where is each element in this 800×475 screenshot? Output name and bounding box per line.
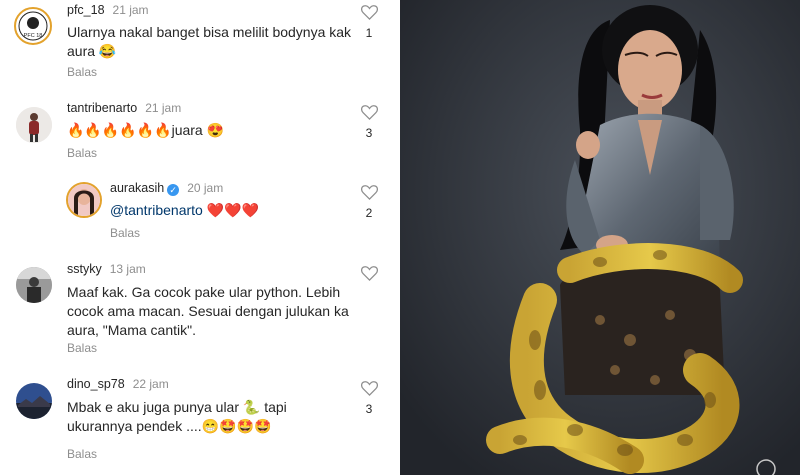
heart-icon[interactable]	[360, 265, 378, 281]
reply-button[interactable]: Balas	[67, 341, 97, 355]
comment-username[interactable]: tantribenarto	[67, 101, 137, 115]
mention-link[interactable]: @tantribenarto	[110, 202, 203, 218]
like-area	[357, 265, 381, 281]
heart-icon[interactable]	[360, 380, 378, 396]
avatar[interactable]	[16, 267, 52, 303]
svg-text:PFC 18: PFC 18	[24, 33, 43, 39]
like-area: 3	[357, 104, 381, 140]
comment-username[interactable]: aurakasih	[110, 181, 164, 195]
reply-button[interactable]: Balas	[67, 447, 97, 461]
comment-time: 21 jam	[112, 3, 149, 17]
like-area: 3	[357, 380, 381, 416]
like-count: 3	[365, 126, 373, 140]
comment-item: tantribenarto 21 jam 🔥🔥🔥🔥🔥🔥juara 😍 Balas …	[0, 96, 400, 160]
comment-time: 20 jam	[187, 181, 224, 195]
comment-text: Maaf kak. Ga cocok pake ular python. Leb…	[67, 284, 349, 338]
comment-username[interactable]: pfc_18	[67, 3, 105, 17]
post-photo	[400, 0, 800, 475]
like-count: 3	[365, 402, 373, 416]
comment-username[interactable]: sstyky	[67, 262, 102, 276]
heart-icon[interactable]	[360, 184, 378, 200]
avatar[interactable]	[16, 383, 52, 419]
avatar[interactable]: PFC 18	[14, 7, 52, 45]
comment-item: dino_sp78 22 jam Mbak e aku juga punya ul…	[0, 372, 400, 472]
comment-text: Mbak e aku juga punya ular 🐍 tapi ukuran…	[67, 399, 287, 434]
comments-panel: PFC 18 pfc_18 21 jam Ularnya nakal banget…	[0, 0, 400, 475]
like-area: 1	[357, 4, 381, 40]
comment-text-body: ❤️❤️❤️	[202, 202, 260, 218]
comment-time: 13 jam	[109, 262, 146, 276]
comment-text: @tantribenarto ❤️❤️❤️	[110, 201, 360, 220]
heart-icon[interactable]	[360, 4, 378, 20]
comment-text: Ularnya nakal banget bisa melilit bodyny…	[67, 24, 352, 59]
like-area: 2	[357, 184, 381, 220]
reply-button[interactable]: Balas	[67, 65, 97, 79]
comment-text: 🔥🔥🔥🔥🔥🔥juara 😍	[67, 122, 225, 138]
like-count: 1	[365, 26, 373, 40]
reply-button[interactable]: Balas	[110, 226, 140, 240]
reply-item: aurakasih ✓ 20 jam @tantribenarto ❤️❤️❤️ B…	[0, 176, 400, 242]
comment-time: 21 jam	[145, 101, 182, 115]
avatar[interactable]	[66, 182, 102, 218]
avatar[interactable]	[16, 107, 52, 143]
comment-time: 22 jam	[132, 377, 169, 391]
comment-item: PFC 18 pfc_18 21 jam Ularnya nakal banget…	[0, 0, 400, 82]
comment-item: sstyky 13 jam Maaf kak. Ga cocok pake ula…	[0, 257, 400, 357]
photo-woman-with-python	[400, 0, 800, 475]
reply-button[interactable]: Balas	[67, 146, 97, 160]
comment-username[interactable]: dino_sp78	[67, 377, 125, 391]
heart-icon[interactable]	[360, 104, 378, 120]
verified-badge-icon: ✓	[167, 184, 180, 196]
like-count: 2	[365, 206, 373, 220]
